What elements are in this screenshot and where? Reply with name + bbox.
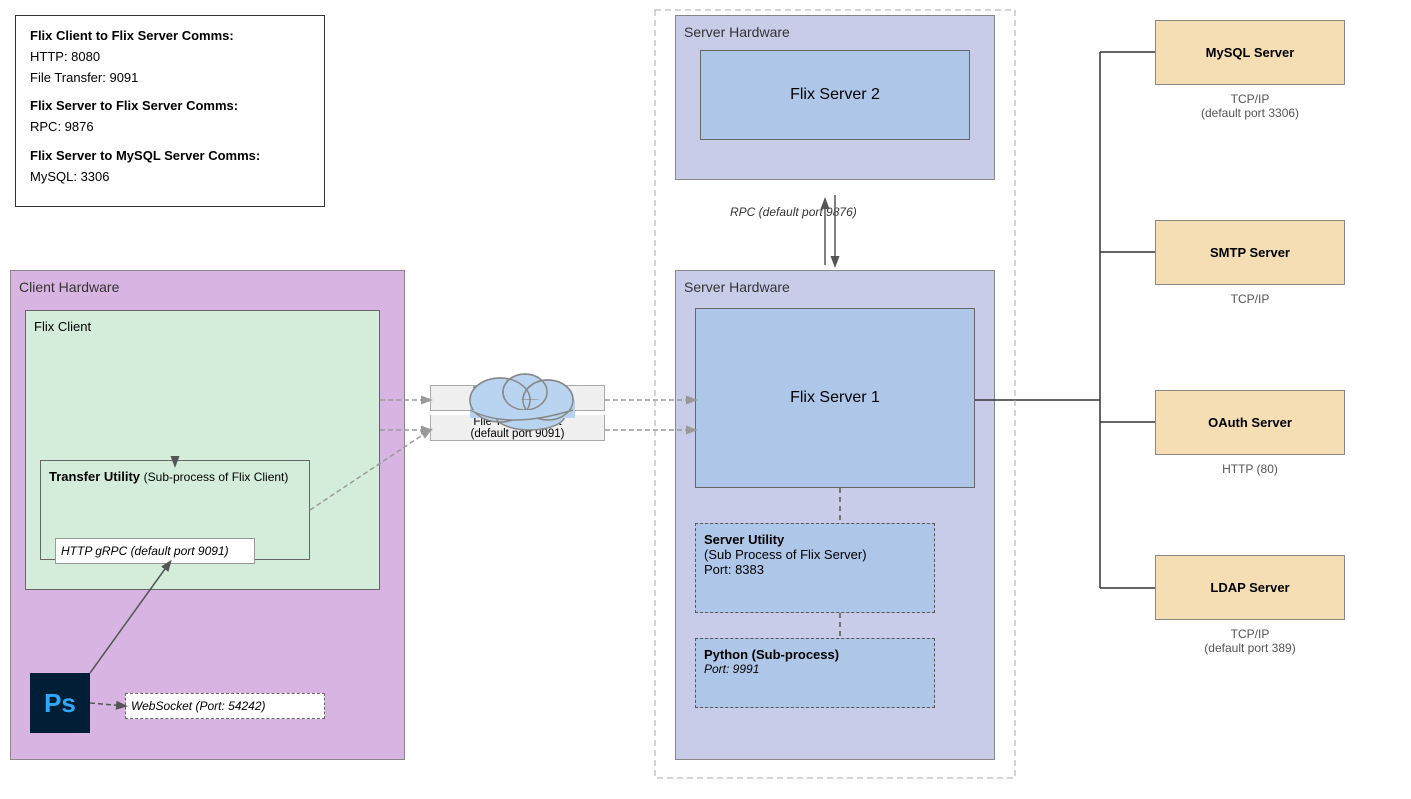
flix-server-2-box: Flix Server 2 xyxy=(700,50,970,140)
mysql-conn-label: TCP/IP(default port 3306) xyxy=(1155,92,1345,120)
http-websocket-label: HTTP Websocket(default port 8080) xyxy=(430,385,605,411)
diagram-container: Flix Client to Flix Server Comms: HTTP: … xyxy=(0,0,1411,799)
ldap-server-box: LDAP Server xyxy=(1155,555,1345,620)
server-hardware-2-label: Server Hardware xyxy=(684,24,986,40)
ldap-conn-label: TCP/IP(default port 389) xyxy=(1155,627,1345,655)
file-transfer-label: File Transfer Port(default port 9091) xyxy=(430,415,605,441)
flix-server-1-label: Flix Server 1 xyxy=(790,389,880,407)
transfer-utility-label: Transfer Utility xyxy=(49,469,140,484)
flix-client-label: Flix Client xyxy=(34,319,371,334)
oauth-server-box: OAuth Server xyxy=(1155,390,1345,455)
websocket-label: WebSocket (Port: 54242) xyxy=(125,693,325,719)
flix-server-2-label: Flix Server 2 xyxy=(790,86,880,104)
server-utility-port: Port: 8383 xyxy=(704,562,926,577)
server-utility-sublabel: (Sub Process of Flix Server) xyxy=(704,547,926,562)
mysql-server-label: MySQL Server xyxy=(1206,45,1295,60)
file-transfer-text: File Transfer Port(default port 9091) xyxy=(471,416,565,440)
oauth-server-label: OAuth Server xyxy=(1208,415,1292,430)
legend-body-3: MySQL: 3306 xyxy=(30,167,310,188)
smtp-conn-label: TCP/IP xyxy=(1155,292,1345,306)
python-box: Python (Sub-process) Port: 9991 xyxy=(695,638,935,708)
server-utility-box: Server Utility (Sub Process of Flix Serv… xyxy=(695,523,935,613)
server-utility-label: Server Utility xyxy=(704,532,926,547)
smtp-server-label: SMTP Server xyxy=(1210,245,1290,260)
smtp-server-box: SMTP Server xyxy=(1155,220,1345,285)
transfer-utility-sublabel: (Sub-process of Flix Client) xyxy=(144,470,289,484)
http-ws-text: HTTP Websocket(default port 8080) xyxy=(471,386,565,410)
server-hardware-1-label: Server Hardware xyxy=(684,279,986,295)
mysql-server-box: MySQL Server xyxy=(1155,20,1345,85)
legend-box: Flix Client to Flix Server Comms: HTTP: … xyxy=(15,15,325,207)
client-hardware-label: Client Hardware xyxy=(19,279,396,295)
flix-server-1-box: Flix Server 1 xyxy=(695,308,975,488)
legend-title-1: Flix Client to Flix Server Comms: xyxy=(30,26,310,47)
http-grpc-label: HTTP gRPC (default port 9091) xyxy=(55,538,255,564)
legend-body-2: RPC: 9876 xyxy=(30,117,310,138)
legend-title-2: Flix Server to Flix Server Comms: xyxy=(30,96,310,117)
python-port: Port: 9991 xyxy=(704,662,926,676)
photoshop-icon: Ps xyxy=(30,673,90,733)
legend-title-3: Flix Server to MySQL Server Comms: xyxy=(30,146,310,167)
rpc-label: RPC (default port 9876) xyxy=(730,205,857,219)
legend-body-1: HTTP: 8080File Transfer: 9091 xyxy=(30,47,310,89)
oauth-conn-label: HTTP (80) xyxy=(1155,462,1345,476)
ldap-server-label: LDAP Server xyxy=(1210,580,1289,595)
python-label: Python (Sub-process) xyxy=(704,647,926,662)
